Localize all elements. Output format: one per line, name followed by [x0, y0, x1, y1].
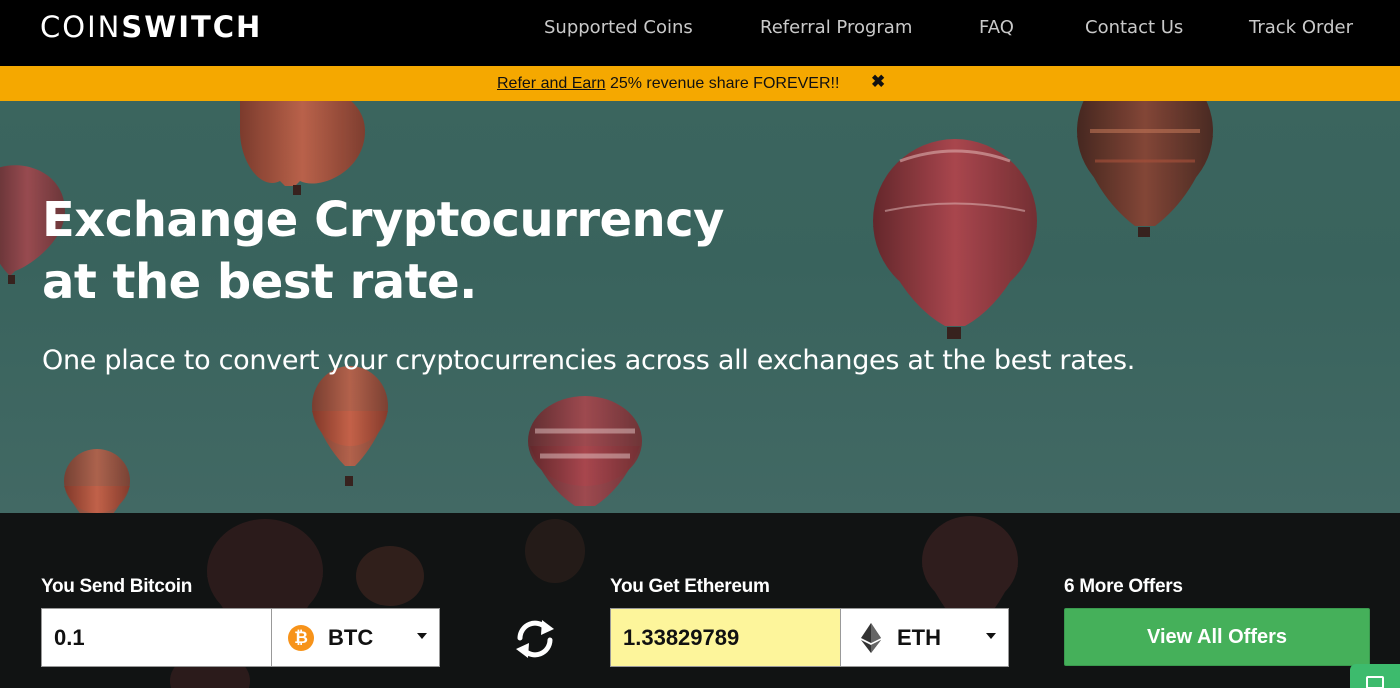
swap-arrows-icon[interactable] [512, 616, 558, 662]
get-coin-code: ETH [897, 625, 941, 650]
chat-icon [1366, 676, 1384, 688]
nav-faq[interactable]: FAQ [979, 17, 1014, 38]
view-all-offers-button[interactable]: View All Offers [1064, 608, 1370, 666]
refer-and-earn-link[interactable]: Refer and Earn [497, 75, 606, 92]
ethereum-icon [861, 623, 881, 653]
get-amount-field[interactable] [610, 608, 841, 667]
get-coin-select[interactable]: ETH [840, 608, 1009, 667]
bitcoin-icon: ₿ [288, 625, 314, 651]
close-icon[interactable]: ✖ [871, 72, 885, 92]
nav-track-order[interactable]: Track Order [1249, 17, 1353, 38]
logo-part-coin: COIN [40, 10, 122, 44]
banner-message: Refer and Earn 25% revenue share FOREVER… [497, 75, 839, 93]
send-coin-select[interactable]: ₿ BTC [271, 608, 440, 667]
send-label: You Send Bitcoin [41, 576, 193, 597]
headline-line-2: at the best rate. [42, 254, 477, 310]
nav-supported-coins[interactable]: Supported Coins [544, 17, 693, 38]
nav-referral-program[interactable]: Referral Program [760, 17, 912, 38]
top-nav: COINSWITCH Supported Coins Referral Prog… [0, 0, 1400, 66]
send-amount-field[interactable] [41, 608, 272, 667]
hero-subheadline: One place to convert your cryptocurrenci… [42, 345, 1136, 376]
chevron-down-icon [986, 633, 996, 639]
referral-banner: Refer and Earn 25% revenue share FOREVER… [0, 66, 1400, 101]
get-label: You Get Ethereum [610, 576, 770, 597]
banner-text: 25% revenue share FOREVER!! [605, 75, 840, 92]
headline-line-1: Exchange Cryptocurrency [42, 192, 724, 248]
chevron-down-icon [417, 633, 427, 639]
nav-contact-us[interactable]: Contact Us [1085, 17, 1183, 38]
chat-widget-button[interactable] [1350, 664, 1400, 688]
get-amount-input[interactable] [611, 609, 840, 666]
send-amount-input[interactable] [42, 609, 271, 666]
hero-section: Exchange Cryptocurrency at the best rate… [0, 101, 1400, 513]
send-coin-code: BTC [328, 625, 374, 650]
coinswitch-logo[interactable]: COINSWITCH [40, 10, 262, 44]
logo-part-switch: SWITCH [121, 10, 263, 44]
hero-headline: Exchange Cryptocurrency at the best rate… [42, 189, 724, 313]
more-offers-label: 6 More Offers [1064, 576, 1183, 597]
exchange-panel: You Send Bitcoin ₿ BTC You Get Ethereum … [0, 513, 1400, 688]
